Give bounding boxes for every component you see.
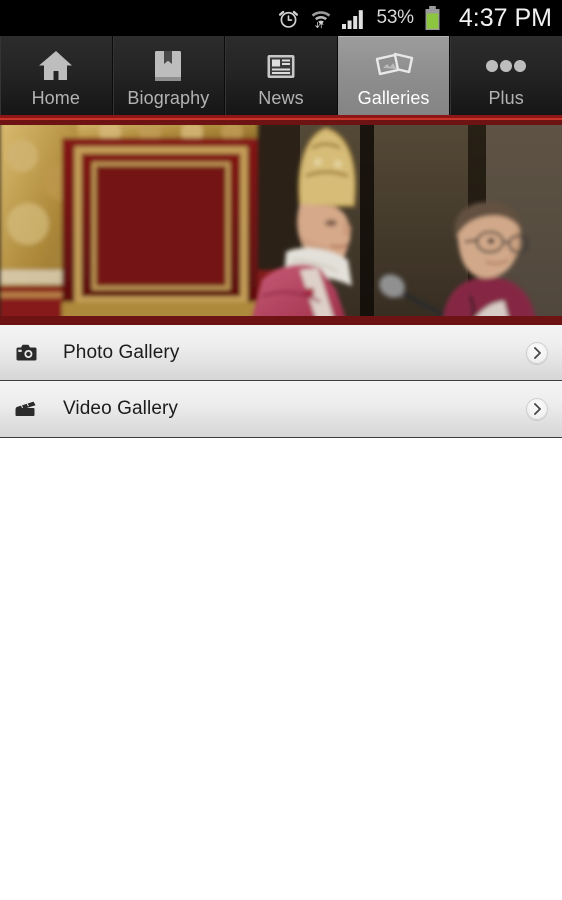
tab-plus-label: Plus [488, 88, 524, 108]
main-tab-bar: Home Biography News Galleries Plus [0, 36, 562, 120]
chevron-right-icon[interactable] [526, 398, 548, 420]
battery-icon [424, 5, 441, 31]
hero-bottom-border [0, 316, 562, 325]
list-item-video-gallery[interactable]: Video Gallery [0, 381, 562, 437]
tab-home-label: Home [31, 88, 80, 108]
status-icons: 53% 4:37 PM [277, 4, 552, 33]
pope-at-microphone-photo [0, 120, 562, 325]
cellular-signal-icon [342, 7, 367, 29]
more-dots-icon [484, 45, 528, 87]
book-icon [152, 45, 184, 87]
list-item-video-gallery-label: Video Gallery [63, 398, 179, 419]
hero-image [0, 120, 562, 325]
tab-biography-label: Biography [127, 88, 210, 108]
tab-biography[interactable]: Biography [112, 36, 226, 115]
home-icon [37, 45, 75, 87]
alarm-clock-icon [277, 7, 300, 30]
tab-galleries-label: Galleries [357, 88, 430, 108]
tab-galleries[interactable]: Galleries [337, 36, 451, 115]
wifi-signal-icon [309, 7, 333, 30]
status-bar-clock: 4:37 PM [458, 3, 552, 32]
tab-plus[interactable]: Plus [450, 36, 562, 115]
camera-icon [0, 344, 52, 361]
gallery-list: Photo Gallery Video Gallery [0, 325, 562, 438]
photos-stack-icon [371, 45, 417, 87]
list-item-photo-gallery[interactable]: Photo Gallery [0, 325, 562, 381]
app-screen: 53% 4:37 PM Home Biography News Gallerie… [0, 0, 562, 900]
chevron-right-icon[interactable] [526, 341, 548, 364]
tab-news-label: News [258, 88, 304, 108]
tab-home[interactable]: Home [0, 36, 113, 115]
tab-news[interactable]: News [225, 36, 338, 115]
video-clapper-icon [0, 401, 52, 417]
status-bar: 53% 4:37 PM [0, 0, 562, 36]
list-item-photo-gallery-label: Photo Gallery [63, 341, 180, 363]
battery-percent-label: 53% [376, 7, 414, 28]
newspaper-icon [265, 45, 297, 87]
